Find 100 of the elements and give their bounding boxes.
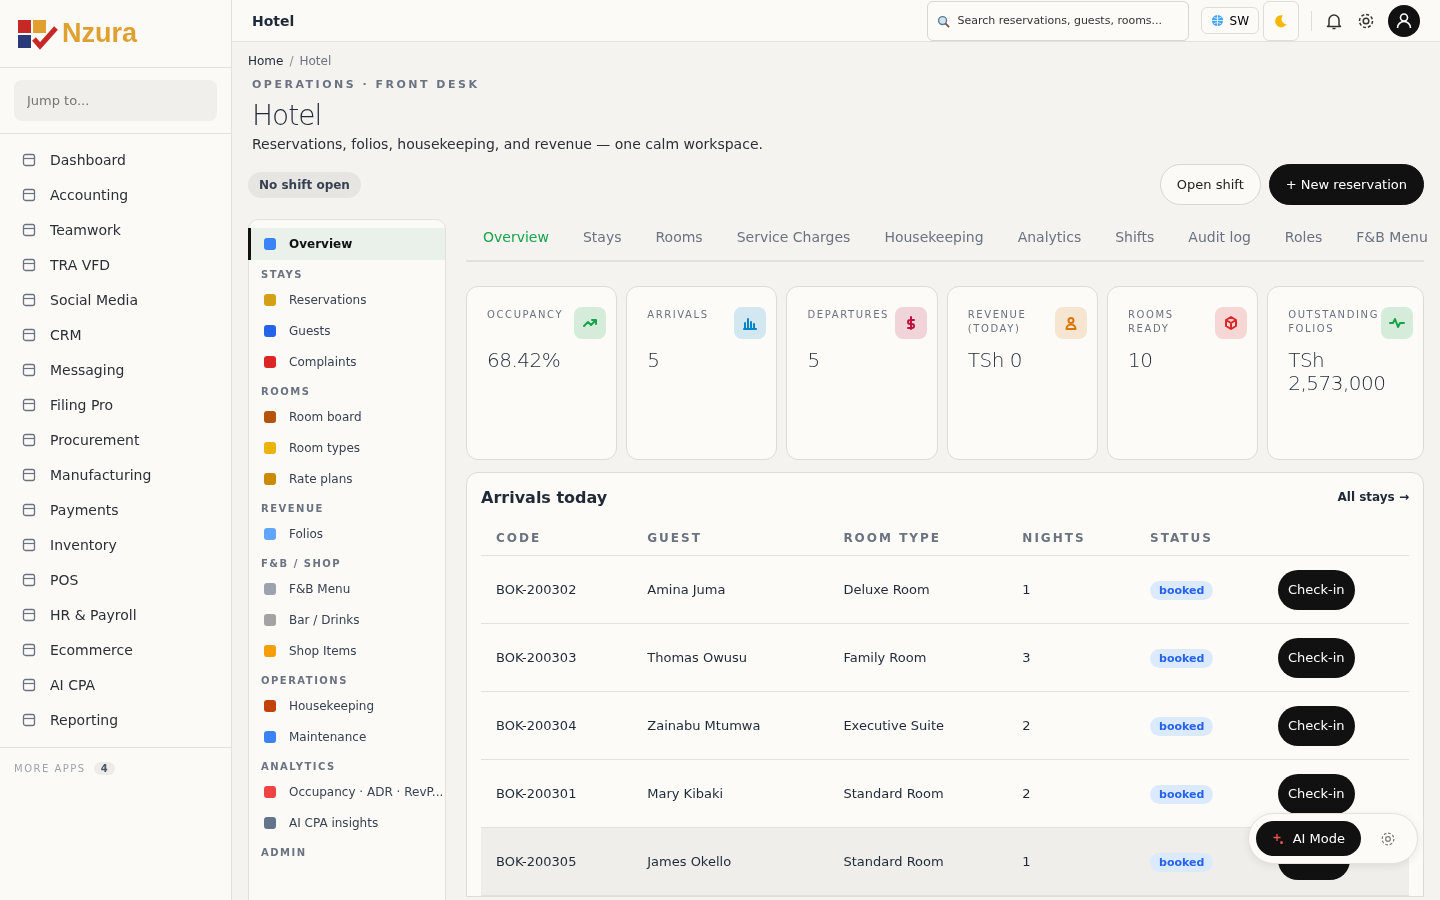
- stat-value: 5: [807, 349, 821, 372]
- search-field[interactable]: Search reservations, guests, rooms...: [926, 0, 1189, 41]
- nav-item[interactable]: Accounting: [0, 177, 231, 212]
- page-title: Hotel: [252, 12, 295, 29]
- stat-label: OCCUPANCY: [487, 308, 564, 322]
- app-icon: [22, 152, 36, 167]
- card-title: Arrivals today: [481, 487, 608, 507]
- shift-status-badge: No shift open: [248, 171, 361, 198]
- avatar-icon[interactable]: [1388, 4, 1420, 37]
- nav-item[interactable]: Dashboard: [0, 142, 231, 177]
- section-nav-item[interactable]: Occupancy · ADR · RevP...: [248, 776, 445, 807]
- table-row[interactable]: BOK-200303 Thomas Owusu Family Room 3 booked Check-in: [481, 623, 1409, 692]
- app-icon: [22, 572, 36, 587]
- app-icon: [22, 467, 36, 482]
- section-label: ROOMS: [260, 385, 312, 399]
- app-icon: [22, 222, 36, 237]
- nav-item[interactable]: Payments: [0, 492, 231, 527]
- stat-value: TSh 0: [967, 349, 1023, 372]
- app-icon: [22, 327, 36, 342]
- column-header: ROOM TYPE: [843, 531, 941, 545]
- breadcrumb-link[interactable]: Hotel: [299, 54, 332, 68]
- language-button[interactable]: SW: [1200, 7, 1259, 34]
- nav-item[interactable]: Manufacturing: [0, 457, 231, 492]
- tab[interactable]: Roles: [1267, 219, 1340, 260]
- nav-item[interactable]: Ecommerce: [0, 632, 231, 667]
- section-nav-item[interactable]: Complaints: [248, 346, 445, 377]
- eyebrow-label: OPERATIONS · FRONT DESK: [251, 78, 481, 91]
- jump-field[interactable]: Jump to...: [14, 80, 217, 121]
- breadcrumb-link[interactable]: Home: [248, 54, 284, 68]
- section-nav-item[interactable]: Room board: [248, 401, 445, 432]
- open-shift-button[interactable]: Open shift: [1159, 164, 1261, 205]
- nav-item[interactable]: AI CPA: [0, 667, 231, 702]
- tab[interactable]: Analytics: [1000, 219, 1099, 260]
- tab[interactable]: Audit log: [1171, 219, 1268, 260]
- table-row[interactable]: BOK-200304 Zainabu Mtumwa Executive Suite 2 booked Check-in: [481, 691, 1409, 760]
- check-in-button[interactable]: Check-in: [1277, 637, 1355, 678]
- nav-item[interactable]: TRA VFD: [0, 247, 231, 282]
- section-nav-item[interactable]: Maintenance: [248, 721, 445, 752]
- all-stays-link[interactable]: All stays →: [1337, 490, 1409, 504]
- app-icon: [22, 712, 36, 727]
- section-nav-item[interactable]: Bar / Drinks: [248, 604, 445, 635]
- section-nav-item[interactable]: Reservations: [248, 284, 445, 315]
- page-heading: Hotel: [252, 99, 323, 132]
- section-nav-item[interactable]: Guests: [248, 315, 445, 346]
- section-nav-item[interactable]: Overview: [248, 228, 445, 260]
- section-nav-item[interactable]: Room types: [248, 432, 445, 463]
- section-nav-item[interactable]: AI CPA insights: [248, 807, 445, 838]
- tab[interactable]: Stays: [565, 219, 639, 260]
- nav-item[interactable]: Messaging: [0, 352, 231, 387]
- table-cell: BOK-200301: [496, 786, 577, 801]
- section-nav-item[interactable]: Housekeeping: [248, 690, 445, 721]
- table-cell: 1: [1022, 854, 1031, 869]
- table-cell: BOK-200303: [496, 650, 577, 665]
- nav-item[interactable]: Teamwork: [0, 212, 231, 247]
- table-cell: Zainabu Mtumwa: [647, 718, 761, 733]
- stat-value: 5: [647, 349, 661, 372]
- table-cell: 2: [1022, 718, 1031, 733]
- section-nav-item[interactable]: F&B Menu: [248, 573, 445, 604]
- new-reservation-button[interactable]: + New reservation: [1268, 164, 1424, 205]
- table-cell: Standard Room: [843, 786, 944, 801]
- moon-icon: [1274, 13, 1288, 28]
- app-icon: [22, 397, 36, 412]
- check-in-button[interactable]: Check-in: [1277, 773, 1355, 814]
- app-icon: [22, 677, 36, 692]
- section-nav-item[interactable]: Folios: [248, 518, 445, 549]
- table-cell: BOK-200305: [496, 854, 577, 869]
- stat-value: TSh 2,573,000: [1288, 349, 1387, 395]
- nav-item[interactable]: Social Media: [0, 282, 231, 317]
- status-badge: booked: [1150, 853, 1214, 872]
- table-cell: Deluxe Room: [843, 582, 930, 597]
- nav-item[interactable]: POS: [0, 562, 231, 597]
- tab[interactable]: F&B Menu: [1339, 219, 1440, 260]
- tab[interactable]: Shifts: [1098, 219, 1172, 260]
- section-label: OPERATIONS: [260, 674, 349, 688]
- nav-item[interactable]: Inventory: [0, 527, 231, 562]
- nav-item[interactable]: Procurement: [0, 422, 231, 457]
- nav-item[interactable]: HR & Payroll: [0, 597, 231, 632]
- tab[interactable]: Service Charges: [719, 219, 868, 260]
- check-in-button[interactable]: Check-in: [1277, 569, 1355, 610]
- tab[interactable]: Rooms: [638, 219, 720, 260]
- section-nav-item[interactable]: Shop Items: [248, 635, 445, 666]
- status-badge: booked: [1150, 785, 1214, 804]
- check-in-button[interactable]: Check-in: [1277, 705, 1355, 746]
- tab[interactable]: Housekeeping: [867, 219, 1001, 260]
- section-nav-item[interactable]: Rate plans: [248, 463, 445, 494]
- brand-name: Nzura: [62, 18, 137, 49]
- globe-icon: [1210, 14, 1224, 27]
- table-cell: BOK-200304: [496, 718, 577, 733]
- app-icon: [22, 607, 36, 622]
- ai-mode-button[interactable]: AI Mode: [1255, 821, 1361, 856]
- stat-value: 68.42%: [487, 349, 562, 372]
- nav-item[interactable]: Filing Pro: [0, 387, 231, 422]
- table-cell: 2: [1022, 786, 1031, 801]
- nav-item[interactable]: CRM: [0, 317, 231, 352]
- section-label: ANALYTICS: [260, 760, 337, 774]
- stat-label: ARRIVALS: [647, 308, 709, 322]
- table-row[interactable]: BOK-200302 Amina Juma Deluxe Room 1 booked Check-in: [481, 555, 1409, 624]
- nav-item[interactable]: Reporting: [0, 702, 231, 737]
- section-label: F&B / SHOP: [260, 557, 343, 571]
- stat-label: ROOMS READY: [1127, 308, 1175, 336]
